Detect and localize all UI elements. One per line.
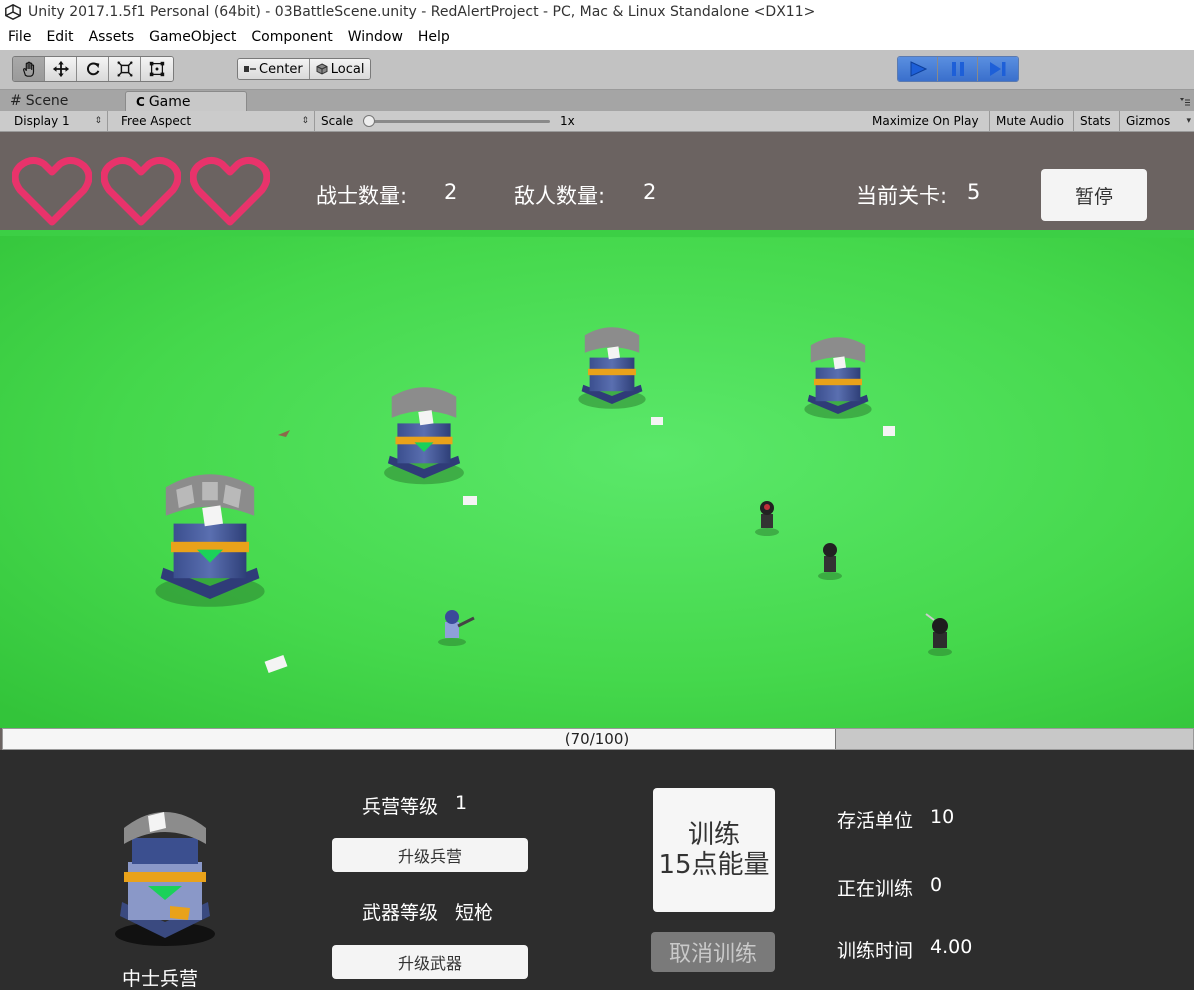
- pivot-local-button[interactable]: Local: [309, 59, 371, 79]
- aspect-label: Free Aspect: [121, 114, 192, 128]
- maximize-on-play-toggle[interactable]: Maximize On Play: [866, 111, 990, 131]
- step-button[interactable]: [978, 57, 1018, 81]
- train-button[interactable]: 训练 15点能量: [653, 788, 775, 912]
- battlefield[interactable]: [0, 230, 1194, 728]
- tab-scene-label: Scene: [25, 93, 69, 109]
- menu-window[interactable]: Window: [348, 29, 403, 45]
- menu-file[interactable]: File: [8, 29, 31, 45]
- soldier-count-label: 战士数量:: [316, 184, 408, 208]
- weapon-level-label: 武器等级: [362, 902, 439, 924]
- life-heart-icon: [101, 157, 181, 226]
- play-controls: [897, 56, 1019, 82]
- menu-edit[interactable]: Edit: [46, 29, 73, 45]
- rect-transform-icon: [149, 61, 165, 77]
- rotate-icon: [86, 62, 99, 76]
- stats-label: Stats: [1080, 114, 1111, 128]
- training-label: 正在训练: [837, 878, 914, 900]
- level-value: 5: [967, 180, 981, 204]
- stats-toggle[interactable]: Stats: [1074, 111, 1120, 131]
- dropdown-arrow-icon: ▾: [1186, 116, 1191, 126]
- weapon-level-value: 短枪: [455, 902, 494, 924]
- enemy-count-label: 敌人数量:: [514, 184, 606, 208]
- menu-bar: File Edit Assets GameObject Component Wi…: [0, 24, 1194, 50]
- level-label: 当前关卡:: [856, 184, 948, 208]
- window-title-bar: Unity 2017.1.5f1 Personal (64bit) - 03Ba…: [0, 0, 1194, 24]
- game-view: 战士数量: 2 敌人数量: 2 当前关卡: 5 暂停 (70/100) 中士兵营…: [0, 132, 1194, 990]
- pivot-center-label: Center: [259, 61, 303, 77]
- menu-gameobject[interactable]: GameObject: [149, 29, 236, 45]
- pivot-local-label: Local: [330, 61, 365, 77]
- barracks-name: 中士兵营: [122, 968, 199, 990]
- alive-units-label: 存活单位: [837, 810, 914, 832]
- move-tool-button[interactable]: [45, 57, 77, 81]
- tab-game-label: Game: [148, 93, 191, 110]
- train-time-label: 训练时间: [837, 940, 914, 962]
- barracks-panel: 中士兵营 兵营等级 1 升级兵营 武器等级 短枪 升级武器 训练 15点能量 取…: [0, 750, 1194, 990]
- menu-assets[interactable]: Assets: [89, 29, 135, 45]
- dropdown-arrow-icon: ⇕: [94, 116, 102, 126]
- scale-value: 1x: [560, 114, 575, 128]
- move-icon: [52, 60, 69, 78]
- gizmos-dropdown[interactable]: Gizmos ▾: [1120, 111, 1194, 131]
- pause-icon: [951, 62, 964, 76]
- pause-game-button[interactable]: 暂停: [1041, 169, 1147, 221]
- tab-scene[interactable]: # Scene: [0, 91, 122, 111]
- aspect-dropdown[interactable]: Free Aspect ⇕: [115, 111, 315, 131]
- life-heart-icon: [190, 157, 270, 226]
- scale-slider-track[interactable]: [370, 120, 550, 123]
- unity-logo-icon: [5, 3, 21, 21]
- battlefield-scene: [0, 230, 1194, 728]
- hand-tool-button[interactable]: [13, 57, 45, 81]
- scene-grid-icon: #: [10, 93, 22, 109]
- barracks-tower-icon: [115, 812, 215, 946]
- tab-game[interactable]: C Game: [125, 91, 247, 111]
- hand-icon: [22, 61, 34, 77]
- scale-slider-thumb[interactable]: [363, 115, 375, 127]
- soldier-count-value: 2: [444, 180, 458, 204]
- window-title: Unity 2017.1.5f1 Personal (64bit) - 03Ba…: [28, 4, 816, 20]
- training-value: 0: [930, 874, 943, 896]
- local-cube-icon: [316, 63, 328, 75]
- mute-audio-toggle[interactable]: Mute Audio: [990, 111, 1074, 131]
- play-button[interactable]: [898, 57, 938, 81]
- train-cost-label: 15点能量: [658, 850, 770, 880]
- pivot-toggles: Center Local: [237, 58, 372, 80]
- alive-units-value: 10: [930, 806, 955, 828]
- game-view-bar: Display 1 ⇕ Free Aspect ⇕ Scale 1x Maxim…: [0, 111, 1194, 132]
- hud-top-bar: 战士数量: 2 敌人数量: 2 当前关卡: 5 暂停: [0, 132, 1194, 230]
- barracks-level-label: 兵营等级: [362, 796, 439, 818]
- train-time-value: 4.00: [930, 936, 973, 958]
- maximize-label: Maximize On Play: [872, 114, 979, 128]
- energy-text: (70/100): [564, 730, 630, 748]
- scale-label: Scale: [321, 114, 354, 128]
- menu-help[interactable]: Help: [418, 29, 450, 45]
- game-pacman-icon: C: [136, 94, 145, 109]
- step-icon: [990, 62, 1006, 76]
- life-heart-icon: [12, 157, 92, 226]
- upgrade-weapon-button[interactable]: 升级武器: [332, 945, 528, 979]
- menu-component[interactable]: Component: [251, 29, 332, 45]
- view-tabs: # Scene C Game: [0, 90, 1194, 111]
- transform-tools: [12, 56, 174, 82]
- pivot-center-icon: [244, 66, 256, 72]
- display-dropdown[interactable]: Display 1 ⇕: [8, 111, 108, 131]
- enemy-count-value: 2: [643, 180, 657, 204]
- barracks-level-value: 1: [455, 792, 468, 814]
- scale-tool-button[interactable]: [109, 57, 141, 81]
- play-icon: [910, 61, 927, 77]
- cancel-train-button[interactable]: 取消训练: [651, 932, 775, 972]
- rect-tool-button[interactable]: [141, 57, 173, 81]
- tab-menu-icon[interactable]: [1180, 98, 1190, 106]
- rotate-tool-button[interactable]: [77, 57, 109, 81]
- upgrade-barracks-button[interactable]: 升级兵营: [332, 838, 528, 872]
- pivot-center-button[interactable]: Center: [238, 59, 310, 79]
- pause-editor-button[interactable]: [938, 57, 978, 81]
- display-label: Display 1: [14, 114, 70, 128]
- main-toolbar: Center Local: [0, 50, 1194, 90]
- dropdown-arrow-icon: ⇕: [301, 116, 309, 126]
- gizmos-label: Gizmos: [1126, 114, 1171, 128]
- scale-icon: [116, 61, 133, 77]
- mute-label: Mute Audio: [996, 114, 1064, 128]
- train-label: 训练: [687, 820, 740, 850]
